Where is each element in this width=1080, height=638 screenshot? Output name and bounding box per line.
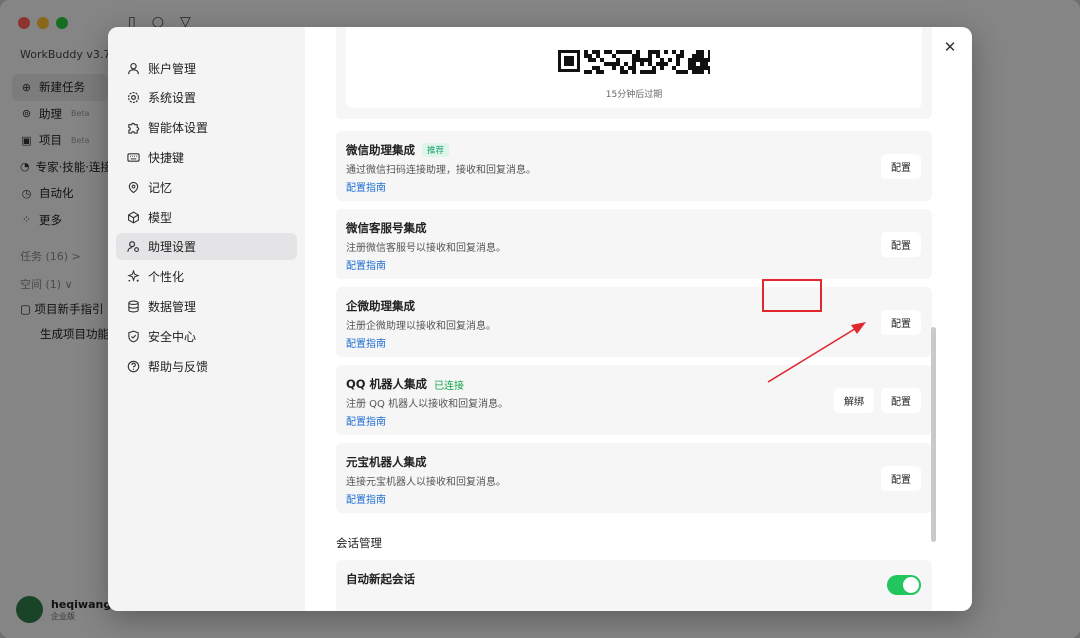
settings-nav-item[interactable]: 智能体设置 bbox=[116, 114, 297, 141]
integration-title: QQ 机器人集成 bbox=[346, 377, 428, 391]
sparkle-icon bbox=[126, 270, 140, 284]
integration-title: 微信客服号集成 bbox=[346, 221, 427, 235]
keyboard-icon bbox=[126, 150, 140, 164]
connected-status-badge: 已连接 bbox=[434, 380, 465, 392]
settings-nav-label: 模型 bbox=[148, 210, 173, 225]
settings-nav-label: 系统设置 bbox=[148, 91, 197, 106]
auto-new-session-card: 自动新起会话 bbox=[336, 560, 932, 611]
user-icon bbox=[126, 61, 140, 75]
integration-title-row: 微信客服号集成 bbox=[346, 220, 427, 236]
integration-title-row: 微信助理集成 推荐 bbox=[346, 142, 450, 158]
help-icon bbox=[126, 359, 140, 373]
shield-icon bbox=[126, 329, 140, 343]
config-guide-link[interactable]: 配置指南 bbox=[346, 413, 386, 428]
assistant-settings-icon bbox=[126, 240, 140, 254]
puzzle-icon bbox=[126, 121, 140, 135]
config-guide-link[interactable]: 配置指南 bbox=[346, 179, 386, 194]
settings-content: 15分钟后过期 微信助理集成 推荐 通过微信扫码连接助理，接收和回复消息。 配置指南配… bbox=[305, 27, 972, 611]
qr-code-image bbox=[558, 50, 710, 74]
config-guide-link[interactable]: 配置指南 bbox=[346, 491, 386, 506]
config-guide-link[interactable]: 配置指南 bbox=[346, 335, 386, 350]
integration-title-row: 元宝机器人集成 bbox=[346, 454, 427, 470]
integration-title: 微信助理集成 bbox=[346, 143, 415, 157]
settings-nav-label: 帮助与反馈 bbox=[148, 359, 209, 374]
configure-button[interactable]: 配置 bbox=[881, 310, 921, 335]
database-icon bbox=[126, 299, 140, 313]
settings-modal: 账户管理系统设置智能体设置快捷键记忆模型助理设置个性化数据管理安全中心帮助与反馈… bbox=[108, 27, 972, 611]
configure-button[interactable]: 配置 bbox=[881, 388, 921, 413]
settings-nav-item[interactable]: 模型 bbox=[116, 204, 297, 231]
config-guide-link[interactable]: 配置指南 bbox=[346, 257, 386, 272]
configure-button[interactable]: 配置 bbox=[881, 466, 921, 491]
integration-card: QQ 机器人集成 已连接注册 QQ 机器人以接收和回复消息。配置指南 解绑 配置 bbox=[336, 365, 932, 435]
content-scrollbar[interactable] bbox=[931, 327, 936, 542]
qr-expiry-text: 15分钟后过期 bbox=[605, 90, 663, 100]
memory-icon bbox=[126, 180, 140, 194]
session-management-heading: 会话管理 bbox=[336, 536, 382, 550]
recommended-badge: 推荐 bbox=[422, 143, 450, 157]
settings-nav-label: 账户管理 bbox=[148, 61, 197, 76]
configure-button[interactable]: 配置 bbox=[881, 232, 921, 257]
integration-title-row: QQ 机器人集成 已连接 bbox=[346, 376, 464, 392]
settings-nav-label: 个性化 bbox=[148, 270, 185, 285]
settings-nav-label: 数据管理 bbox=[148, 299, 197, 314]
settings-sidebar: 账户管理系统设置智能体设置快捷键记忆模型助理设置个性化数据管理安全中心帮助与反馈 bbox=[108, 27, 305, 611]
close-icon[interactable]: ✕ bbox=[942, 38, 958, 56]
settings-nav-item[interactable]: 数据管理 bbox=[116, 293, 297, 320]
gear-icon bbox=[126, 91, 140, 105]
settings-nav-label: 智能体设置 bbox=[148, 121, 209, 136]
settings-nav-item[interactable]: 系统设置 bbox=[116, 84, 297, 111]
integration-description: 通过微信扫码连接助理，接收和回复消息。 bbox=[346, 165, 536, 176]
integration-description: 连接元宝机器人以接收和回复消息。 bbox=[346, 477, 506, 488]
settings-nav-label: 记忆 bbox=[148, 180, 173, 195]
settings-nav-item[interactable]: 助理设置 bbox=[116, 233, 297, 261]
integration-title: 企微助理集成 bbox=[346, 299, 415, 313]
integration-description: 注册微信客服号以接收和回复消息。 bbox=[346, 243, 506, 254]
settings-nav-item[interactable]: 账户管理 bbox=[116, 55, 297, 82]
integration-card: 微信助理集成 推荐通过微信扫码连接助理，接收和回复消息。配置指南 配置 bbox=[336, 131, 932, 201]
settings-nav-item[interactable]: 记忆 bbox=[116, 174, 297, 201]
configure-button[interactable]: 配置 bbox=[881, 154, 921, 179]
integration-title-row: 企微助理集成 bbox=[346, 298, 415, 314]
integration-card: 微信客服号集成注册微信客服号以接收和回复消息。配置指南 配置 bbox=[336, 209, 932, 279]
settings-nav-item[interactable]: 安全中心 bbox=[116, 323, 297, 350]
auto-new-session-label: 自动新起会话 bbox=[346, 572, 415, 586]
auto-new-session-toggle[interactable] bbox=[887, 575, 921, 595]
cube-icon bbox=[126, 210, 140, 224]
settings-nav-item[interactable]: 帮助与反馈 bbox=[116, 353, 297, 380]
settings-nav-label: 快捷键 bbox=[148, 150, 185, 165]
settings-nav-item[interactable]: 快捷键 bbox=[116, 144, 297, 171]
qr-code-card: 15分钟后过期 bbox=[336, 27, 932, 119]
settings-nav-item[interactable]: 个性化 bbox=[116, 263, 297, 290]
settings-nav-label: 助理设置 bbox=[148, 240, 197, 255]
integration-card: 企微助理集成注册企微助理以接收和回复消息。配置指南 配置 bbox=[336, 287, 932, 357]
unbind-button[interactable]: 解绑 bbox=[834, 388, 874, 413]
integration-description: 注册企微助理以接收和回复消息。 bbox=[346, 321, 496, 332]
integration-title: 元宝机器人集成 bbox=[346, 455, 427, 469]
qr-code-panel: 15分钟后过期 bbox=[346, 27, 922, 108]
integration-card: 元宝机器人集成连接元宝机器人以接收和回复消息。配置指南 配置 bbox=[336, 443, 932, 513]
integration-description: 注册 QQ 机器人以接收和回复消息。 bbox=[346, 399, 509, 410]
settings-nav-label: 安全中心 bbox=[148, 329, 197, 344]
